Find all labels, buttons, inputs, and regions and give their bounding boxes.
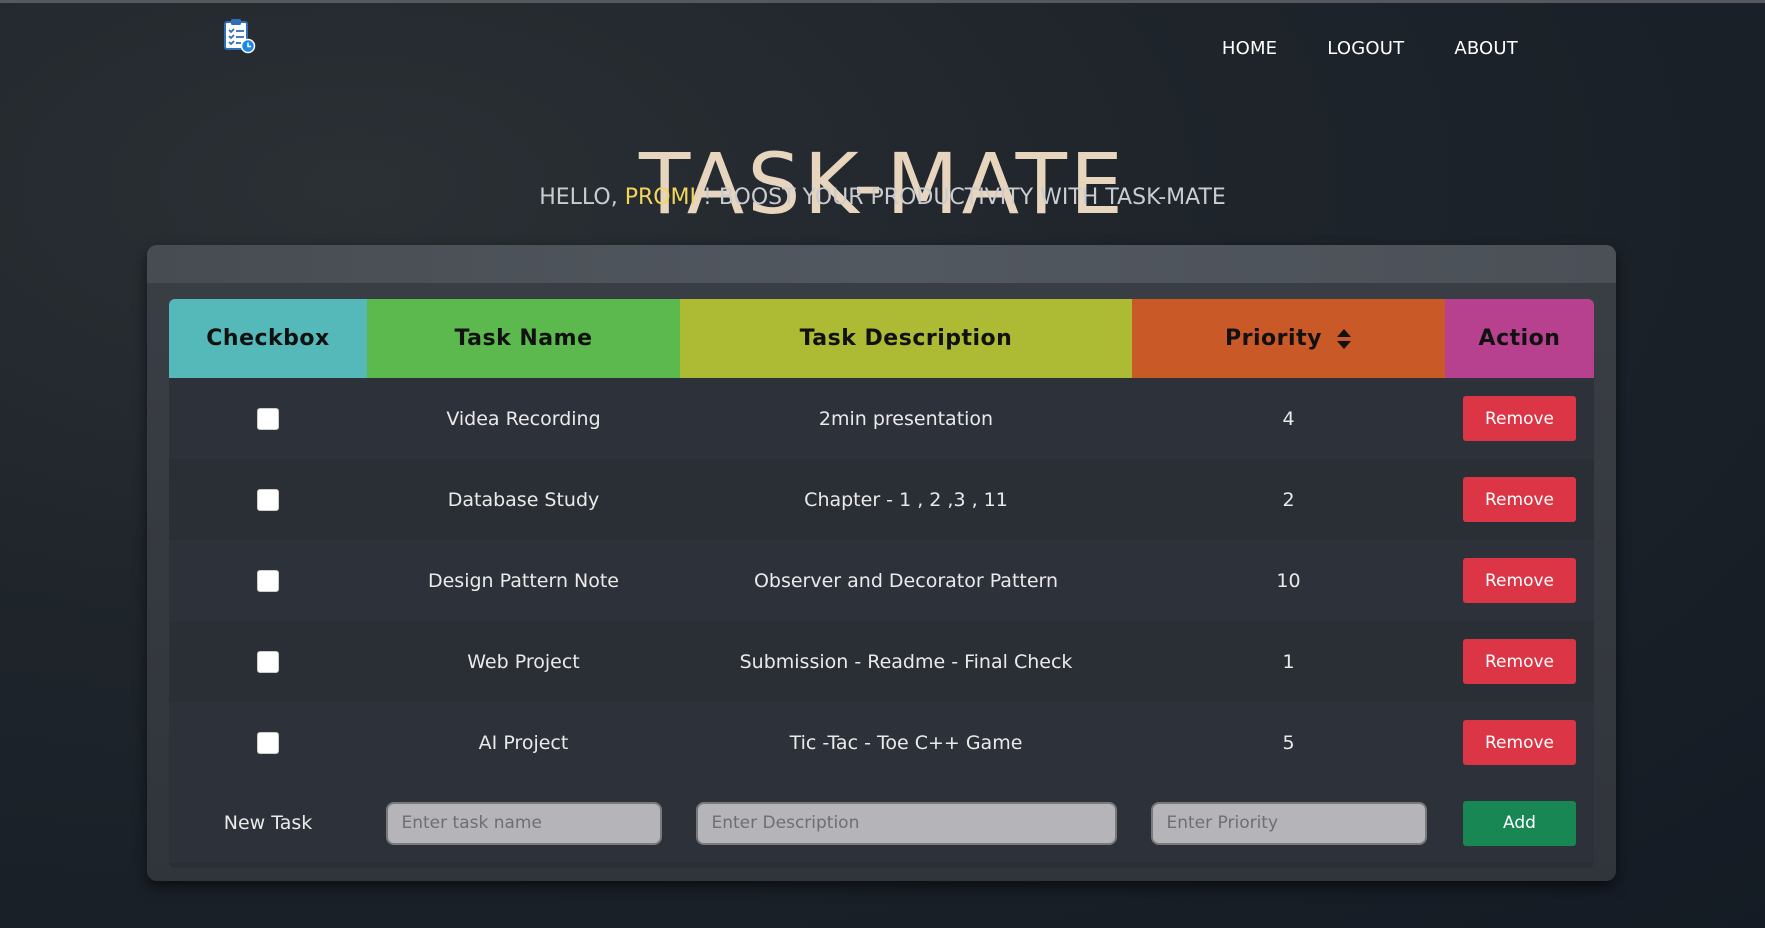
- header-action: Action: [1445, 299, 1594, 378]
- panel-header-bar: [147, 245, 1616, 283]
- remove-button[interactable]: Remove: [1463, 558, 1576, 603]
- top-border: [0, 0, 1765, 3]
- checkbox-cell: [169, 407, 367, 430]
- task-priority-cell: [1132, 801, 1445, 845]
- action-cell: Remove: [1445, 477, 1594, 522]
- task-checkbox[interactable]: [257, 650, 279, 673]
- checkbox-cell: [169, 731, 367, 754]
- new-task-row: New Task Add: [169, 783, 1594, 863]
- checkbox-cell: [169, 650, 367, 673]
- task-priority-input[interactable]: [1150, 801, 1427, 845]
- checkbox-cell: [169, 569, 367, 592]
- main-nav: HOME LOGOUT ABOUT: [1222, 38, 1518, 59]
- task-name-cell: Design Pattern Note: [427, 569, 619, 592]
- remove-button[interactable]: Remove: [1463, 477, 1576, 522]
- task-priority-cell: 4: [1282, 407, 1295, 430]
- table-row: Videa Recording 2min presentation 4 Remove: [169, 378, 1594, 459]
- task-name-cell: Videa Recording: [446, 407, 601, 430]
- task-table: Checkbox Task Name Task Description Prio…: [169, 299, 1594, 868]
- task-priority-cell: 2: [1282, 488, 1295, 511]
- task-priority-cell: 1: [1282, 650, 1295, 673]
- header-priority[interactable]: Priority: [1132, 299, 1445, 378]
- task-rows: Videa Recording 2min presentation 4 Remove D…: [169, 378, 1594, 783]
- action-cell: Remove: [1445, 720, 1594, 765]
- add-task-button[interactable]: Add: [1463, 800, 1576, 846]
- nav-logout-link[interactable]: LOGOUT: [1327, 38, 1404, 59]
- task-panel: Checkbox Task Name Task Description Prio…: [147, 245, 1616, 881]
- task-description-cell: Submission - Readme - Final Check: [739, 650, 1073, 673]
- task-description-input[interactable]: [695, 801, 1117, 845]
- remove-button[interactable]: Remove: [1463, 396, 1576, 441]
- nav-home-link[interactable]: HOME: [1222, 38, 1277, 59]
- sort-icon[interactable]: [1336, 328, 1352, 350]
- remove-button[interactable]: Remove: [1463, 639, 1576, 684]
- task-priority-cell: 10: [1276, 569, 1301, 592]
- table-row: Web Project Submission - Readme - Final C…: [169, 621, 1594, 702]
- header-label: Task Name: [454, 326, 593, 351]
- table-row: Design Pattern Note Observer and Decorato…: [169, 540, 1594, 621]
- greeting-subtitle: HELLO, PROMI ! BOOST YOUR PRODUCTIVITY W…: [0, 185, 1765, 210]
- task-priority-cell: 5: [1282, 731, 1295, 754]
- task-name-cell: Web Project: [467, 650, 580, 673]
- task-description-cell: Chapter - 1 , 2 ,3 , 11: [804, 488, 1008, 511]
- task-name-input[interactable]: [385, 801, 662, 845]
- task-description-cell: [680, 801, 1132, 845]
- action-cell: Remove: [1445, 639, 1594, 684]
- header-label: Priority: [1225, 326, 1322, 351]
- header-checkbox: Checkbox: [169, 299, 367, 378]
- task-description-cell: Tic -Tac - Toe C++ Game: [789, 731, 1023, 754]
- add-cell: Add: [1445, 800, 1594, 846]
- header-task-description: Task Description: [680, 299, 1132, 378]
- task-name-cell: [367, 801, 680, 845]
- action-cell: Remove: [1445, 558, 1594, 603]
- table-row: Database Study Chapter - 1 , 2 ,3 , 11 2 Re…: [169, 459, 1594, 540]
- remove-button[interactable]: Remove: [1463, 720, 1576, 765]
- nav-about-link[interactable]: ABOUT: [1454, 38, 1518, 59]
- task-checkbox[interactable]: [257, 731, 279, 754]
- action-cell: Remove: [1445, 396, 1594, 441]
- task-name-cell: AI Project: [478, 731, 569, 754]
- new-task-label: New Task: [223, 812, 313, 834]
- header-label: Task Description: [799, 326, 1013, 351]
- username: PROMI: [624, 185, 697, 210]
- task-checkbox[interactable]: [257, 407, 279, 430]
- task-description-cell: 2min presentation: [818, 407, 994, 430]
- task-checkbox[interactable]: [257, 488, 279, 511]
- table-header: Checkbox Task Name Task Description Prio…: [169, 299, 1594, 378]
- header-label: Checkbox: [206, 326, 330, 351]
- header-task-name: Task Name: [367, 299, 680, 378]
- table-row: AI Project Tic -Tac - Toe C++ Game 5 Remove: [169, 702, 1594, 783]
- greeting-suffix: ! BOOST YOUR PRODUCTIVITY WITH TASK-MATE: [696, 185, 1226, 210]
- checkbox-cell: [169, 488, 367, 511]
- header-label: Action: [1478, 326, 1561, 351]
- clipboard-checklist-icon[interactable]: [222, 18, 256, 54]
- task-name-cell: Database Study: [447, 488, 600, 511]
- task-checkbox[interactable]: [257, 569, 279, 592]
- task-description-cell: Observer and Decorator Pattern: [753, 569, 1059, 592]
- greeting-prefix: HELLO,: [539, 185, 625, 210]
